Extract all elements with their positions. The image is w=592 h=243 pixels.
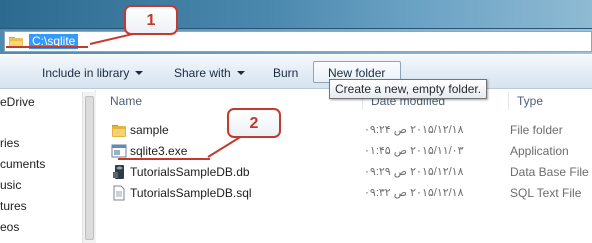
file-name: TutorialsSampleDB.db [130, 165, 250, 179]
share-with-label: Share with [174, 66, 231, 80]
nav-item-onedrive[interactable]: eDrive [0, 95, 35, 109]
chevron-down-icon [135, 71, 144, 75]
file-type: Data Base File [510, 165, 589, 179]
column-divider[interactable] [508, 92, 509, 110]
nav-scrollbar-thumb[interactable] [85, 96, 94, 240]
column-header-name[interactable]: Name [110, 94, 142, 108]
annotation-number: 1 [146, 12, 156, 29]
annotation-callout-1: 1 [124, 5, 178, 35]
file-date: ۲۰۱۵/۱۲/۱۸ ص ۰۹:۲۴ [364, 124, 464, 136]
application-icon [111, 144, 127, 158]
file-row[interactable]: sqlite3.exe ۲۰۱۵/۱۱/۰۳ ص ۰۱:۴۵ Applicati… [108, 141, 592, 161]
folder-icon [9, 37, 23, 48]
nav-item-documents[interactable]: cuments [0, 157, 45, 171]
address-bar: C:\sqlite [0, 28, 592, 54]
new-folder-tooltip: Create a new, empty folder. [329, 79, 488, 99]
burn-button[interactable]: Burn [273, 64, 298, 82]
annotation-callout-2: 2 [227, 108, 281, 138]
folder-icon [112, 125, 126, 137]
database-file-icon [113, 165, 124, 179]
file-date: ۲۰۱۵/۱۲/۱۸ ص ۰۹:۲۹ [364, 166, 464, 178]
file-name: sqlite3.exe [130, 144, 188, 158]
text-file-icon [113, 185, 125, 201]
file-name: TutorialsSampleDB.sql [130, 186, 252, 200]
file-type: Application [510, 144, 569, 158]
file-date: ۲۰۱۵/۱۱/۰۳ ص ۰۱:۴۵ [364, 145, 464, 157]
address-path[interactable]: C:\sqlite [29, 34, 79, 49]
file-row[interactable]: TutorialsSampleDB.sql ۲۰۱۵/۱۲/۱۸ ص ۰۹:۳۲… [108, 183, 592, 203]
include-in-library-button[interactable]: Include in library [42, 64, 144, 82]
address-field[interactable]: C:\sqlite [4, 31, 592, 52]
file-type: SQL Text File [510, 186, 582, 200]
file-name: sample [130, 123, 169, 137]
nav-scrollbar[interactable] [82, 92, 96, 243]
nav-item-pictures[interactable]: tures [0, 199, 27, 213]
burn-label: Burn [273, 66, 299, 80]
share-with-button[interactable]: Share with [174, 64, 245, 82]
column-header-type[interactable]: Type [517, 94, 543, 108]
chevron-down-icon [236, 71, 245, 75]
nav-item-videos[interactable]: eos [0, 220, 19, 234]
include-in-library-label: Include in library [42, 66, 130, 80]
window-title-strip [0, 0, 592, 28]
file-row[interactable]: sample ۲۰۱۵/۱۲/۱۸ ص ۰۹:۲۴ File folder [108, 120, 592, 140]
nav-item-music[interactable]: usic [0, 178, 21, 192]
file-date: ۲۰۱۵/۱۲/۱۸ ص ۰۹:۳۲ [364, 187, 464, 199]
annotation-number: 2 [249, 115, 259, 132]
file-row[interactable]: TutorialsSampleDB.db ۲۰۱۵/۱۲/۱۸ ص ۰۹:۲۹ … [108, 162, 592, 182]
nav-item-libraries[interactable]: ries [0, 136, 19, 150]
file-type: File folder [510, 123, 563, 137]
command-toolbar: Include in library Share with Burn New f… [0, 55, 592, 89]
